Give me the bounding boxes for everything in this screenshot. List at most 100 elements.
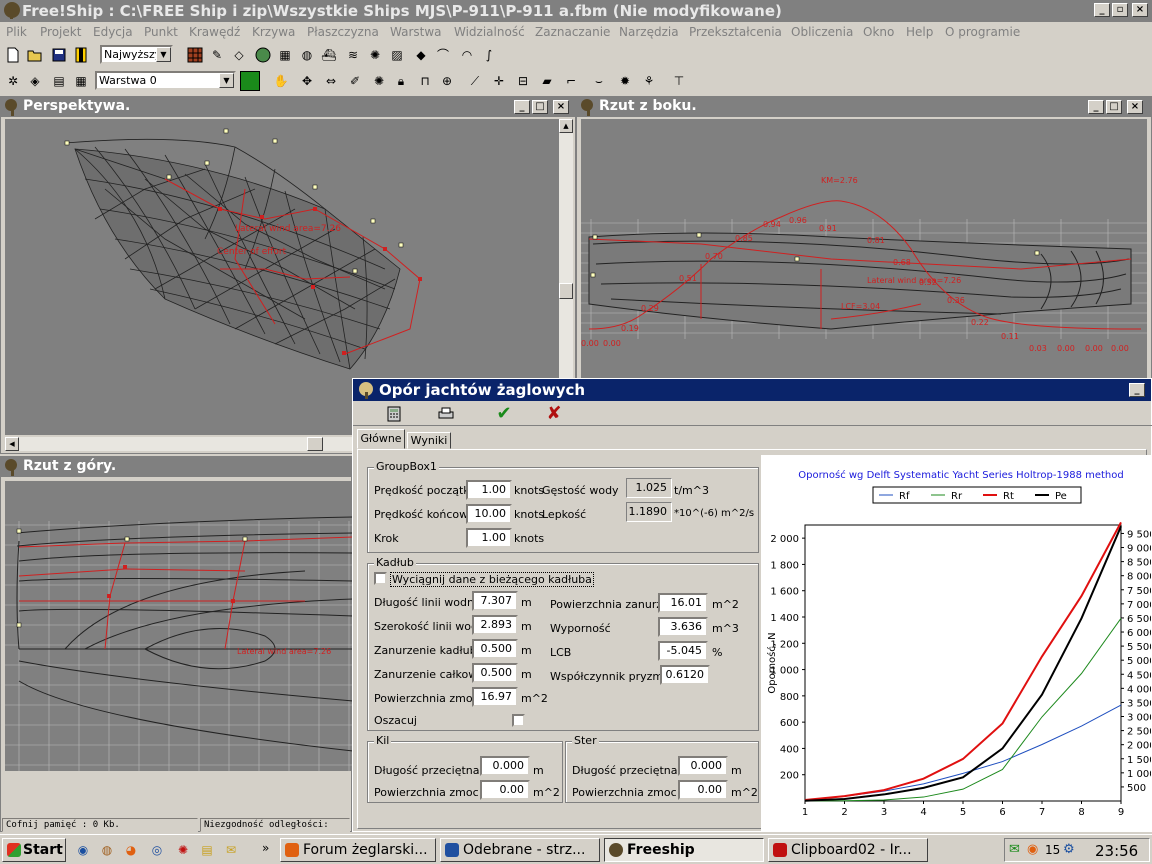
menu-2[interactable]: Edycja [93, 25, 133, 39]
notepad-icon[interactable]: ✉ [222, 841, 240, 859]
layer-grid-icon[interactable]: ▦ [72, 72, 90, 90]
points-icon[interactable]: ✲ [4, 72, 22, 90]
menu-1[interactable]: Projekt [40, 25, 81, 39]
rudder-length-input[interactable]: 0.000 [678, 756, 728, 776]
start-button[interactable]: Start [2, 838, 66, 862]
tab-wyniki[interactable]: Wyniki [407, 432, 451, 449]
menu-15[interactable]: O programie [945, 25, 1020, 39]
intersect-icon[interactable]: ✛ [490, 72, 508, 90]
layer-color-swatch[interactable] [240, 71, 260, 91]
layer-color-icon[interactable]: ▤ [50, 72, 68, 90]
submerged-area-input[interactable]: 16.01 [658, 593, 708, 613]
chevron-down-icon[interactable]: ▼ [156, 47, 171, 62]
draw-icon[interactable]: ✎ [208, 46, 226, 64]
mail-icon[interactable]: ◎ [148, 841, 166, 859]
task-freeship[interactable]: Freeship [604, 838, 764, 862]
menu-10[interactable]: Narzędzia [619, 25, 679, 39]
flip-icon[interactable]: ⊤ [670, 72, 688, 90]
step-input[interactable]: 1.00 [466, 528, 512, 548]
estimate-checkbox[interactable] [512, 714, 525, 727]
stations-icon[interactable]: ▨ [388, 46, 406, 64]
scale-icon[interactable]: ⇔ [322, 72, 340, 90]
layer-props-icon[interactable]: ◈ [26, 72, 44, 90]
buttocks-icon[interactable]: ⌒ [434, 46, 452, 64]
task-clipboard[interactable]: Clipboard02 - Ir... [768, 838, 928, 862]
lwl-input[interactable]: 7.307 [472, 591, 518, 611]
diagonal-icon[interactable]: ∫ [480, 46, 498, 64]
mesh-icon[interactable]: ▦ [276, 46, 294, 64]
face-icon[interactable]: ▰ [538, 72, 556, 90]
menu-12[interactable]: Obliczenia [791, 25, 853, 39]
speed-end-input[interactable]: 10.00 [466, 504, 512, 524]
export-icon[interactable] [72, 46, 90, 64]
menu-14[interactable]: Help [906, 25, 933, 39]
firefox-icon[interactable]: ◕ [122, 841, 140, 859]
menu-8[interactable]: Widzialność [454, 25, 525, 39]
menu-7[interactable]: Warstwa [390, 25, 442, 39]
app-icon[interactable]: ✺ [174, 841, 192, 859]
rudder-area-input[interactable]: 0.00 [678, 780, 728, 800]
menu-13[interactable]: Okno [863, 25, 894, 39]
unlock-all-icon[interactable]: ⊕ [438, 72, 456, 90]
globe-icon[interactable]: ◍ [298, 46, 316, 64]
fill-icon[interactable]: ◆ [412, 46, 430, 64]
displacement-input[interactable]: 3.636 [658, 617, 708, 637]
minimize-button[interactable]: _ [1094, 3, 1110, 17]
extract-hull-label[interactable]: Wyciągnij dane z bieżącego kadłuba [390, 572, 594, 587]
grid-icon[interactable] [186, 46, 204, 64]
tray-mail-icon[interactable]: ✉ [1009, 842, 1020, 857]
move-icon[interactable]: ✥ [298, 72, 316, 90]
browser-icon[interactable]: ◉ [74, 841, 92, 859]
prismatic-coef-input[interactable]: 0.6120 [660, 665, 710, 685]
collapse-icon[interactable]: ⊟ [514, 72, 532, 90]
insert-point-icon[interactable]: ⟋ [466, 72, 484, 90]
pane-minimize-button[interactable]: _ [1088, 100, 1104, 114]
shade-icon[interactable] [254, 46, 272, 64]
curve-icon[interactable]: ⌣ [590, 72, 608, 90]
open-file-icon[interactable] [26, 46, 44, 64]
pane-maximize-button[interactable]: □ [1106, 100, 1122, 114]
check-model-icon[interactable]: ✹ [616, 72, 634, 90]
eraser-icon[interactable]: ◇ [230, 46, 248, 64]
calculator-icon[interactable] [385, 405, 403, 423]
hull-icon[interactable]: ⛴ [320, 46, 338, 64]
task-forum[interactable]: Forum żeglarski... [280, 838, 436, 862]
scroll-thumb[interactable] [559, 283, 573, 299]
folder-icon[interactable]: ▤ [198, 841, 216, 859]
quicklaunch-chevron-icon[interactable]: » [262, 841, 269, 855]
print-icon[interactable] [437, 405, 455, 423]
bwl-input[interactable]: 2.893 [472, 615, 518, 635]
task-odebrane[interactable]: Odebrane - strz... [440, 838, 600, 862]
magenta-curve-icon[interactable]: ◠ [458, 46, 476, 64]
scroll-left-icon[interactable]: ◀ [5, 437, 19, 451]
remove-unused-icon[interactable]: ⚘ [640, 72, 658, 90]
tray-update-icon[interactable]: ◉ [1027, 842, 1038, 857]
close-button[interactable]: × [1132, 3, 1148, 17]
ok-check-icon[interactable]: ✔ [495, 405, 513, 423]
lock-icon[interactable]: 🔒︎ [392, 72, 410, 90]
menu-9[interactable]: Zaznaczanie [535, 25, 610, 39]
top-viewport[interactable]: Lateral wind area=7.26 [5, 481, 353, 771]
chevron-down-icon[interactable]: ▼ [219, 73, 234, 88]
wetted-area-input[interactable]: 16.97 [472, 687, 518, 707]
pane-close-button[interactable]: × [1127, 100, 1143, 114]
hand-icon[interactable]: ✋ [272, 72, 290, 90]
speed-start-input[interactable]: 1.00 [466, 480, 512, 500]
menu-6[interactable]: Płaszczyzna [307, 25, 379, 39]
scroll-up-icon[interactable]: ▲ [559, 119, 573, 133]
pane-maximize-button[interactable]: □ [532, 100, 548, 114]
draft-input[interactable]: 0.500 [472, 639, 518, 659]
menu-3[interactable]: Punkt [144, 25, 178, 39]
scroll-thumb[interactable] [307, 437, 323, 451]
keel-length-input[interactable]: 0.000 [480, 756, 530, 776]
pane-close-button[interactable]: × [553, 100, 569, 114]
total-draft-input[interactable]: 0.500 [472, 663, 518, 683]
unlock-icon[interactable]: ⊓ [416, 72, 434, 90]
new-file-icon[interactable] [4, 46, 22, 64]
maximize-button[interactable]: ▫ [1112, 3, 1128, 17]
corner-icon[interactable]: ⌐ [562, 72, 580, 90]
tab-glowne[interactable]: Główne [357, 429, 405, 449]
menu-11[interactable]: Przekształcenia [689, 25, 782, 39]
cancel-x-icon[interactable]: ✘ [545, 405, 563, 423]
curvature-icon[interactable]: ✺ [366, 46, 384, 64]
